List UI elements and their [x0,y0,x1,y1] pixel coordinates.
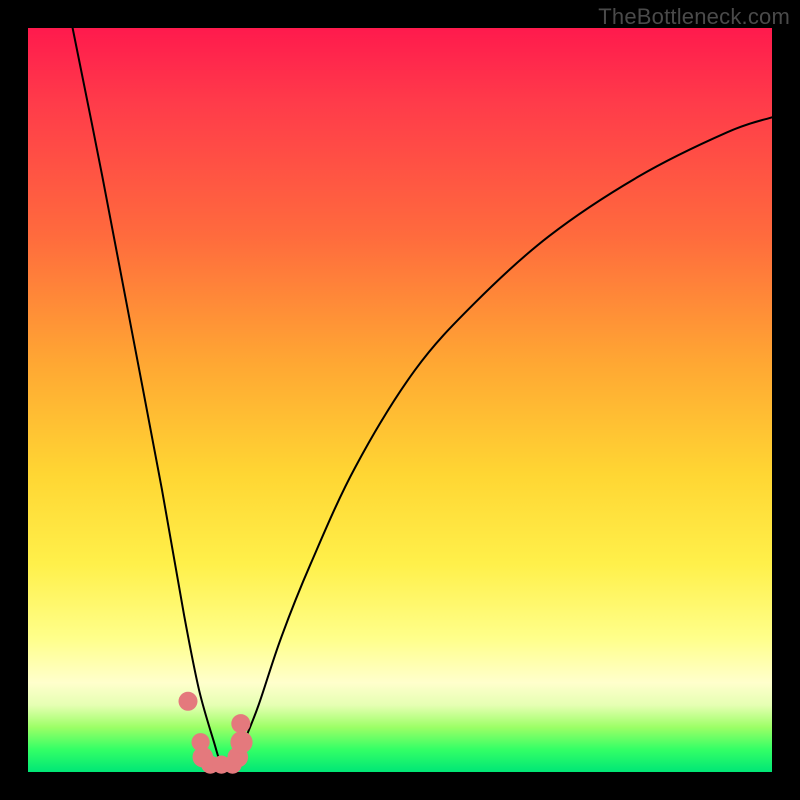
curve-marker [230,731,252,753]
curve-markers [179,692,253,774]
chart-frame: TheBottleneck.com [0,0,800,800]
curve-layer [28,28,772,772]
curve-marker [231,714,250,733]
plot-area [28,28,772,772]
watermark-text: TheBottleneck.com [598,4,790,30]
curve-marker [179,692,198,711]
bottleneck-curve [73,28,772,767]
